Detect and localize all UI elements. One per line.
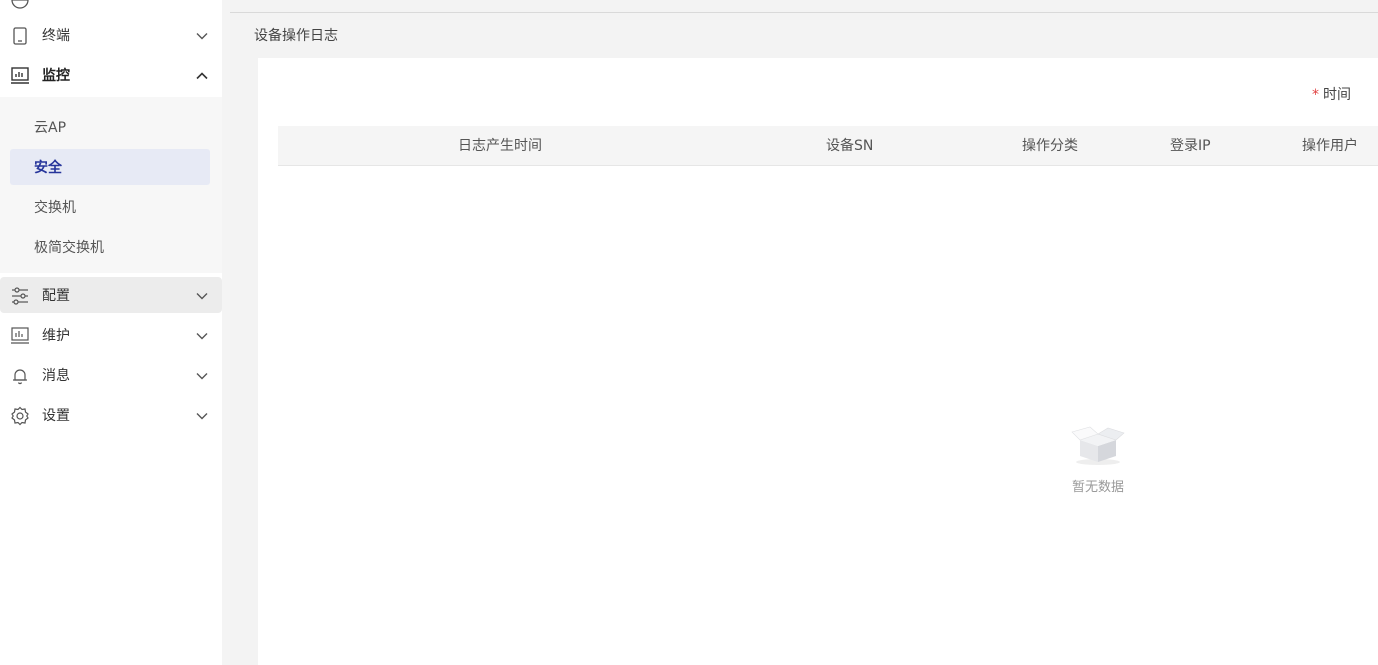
chevron-down-icon (195, 369, 209, 383)
content-panel: * 时间 日志产生时间 设备SN 操作分类 登录IP 操作用户 暂无数据 (258, 58, 1378, 665)
sidebar-item-label: 设置 (42, 408, 70, 424)
maintenance-monitor-icon (10, 326, 30, 346)
sidebar-item-label: 配置 (42, 288, 70, 304)
submenu-item-cloud-ap[interactable]: 云AP (10, 109, 210, 145)
sidebar-item-monitor[interactable]: 监控 (0, 57, 222, 93)
submenu-item-switch[interactable]: 交换机 (10, 189, 210, 225)
column-header-operator[interactable]: 操作用户 (1302, 126, 1358, 166)
submenu-item-label: 极简交换机 (34, 240, 104, 256)
time-filter-label: 时间 (1323, 87, 1351, 103)
sidebar: 终端 监控 云AP 安全 交换机 极简交换机 配置 维护 消息 设置 (0, 0, 230, 665)
submenu-item-label: 安全 (34, 160, 62, 176)
content-gutter (230, 58, 258, 665)
chevron-down-icon (195, 29, 209, 43)
monitor-icon (10, 66, 30, 86)
chevron-down-icon (195, 329, 209, 343)
sidebar-item-label: 终端 (42, 28, 70, 44)
monitor-submenu: 云AP 安全 交换机 极简交换机 (0, 97, 222, 273)
empty-state-text: 暂无数据 (1071, 480, 1124, 495)
network-icon (10, 0, 30, 10)
sidebar-item-settings[interactable]: 设置 (0, 397, 222, 433)
sidebar-item-label: 监控 (42, 68, 70, 84)
submenu-item-label: 云AP (34, 120, 67, 136)
breadcrumb: 设备操作日志 (230, 13, 1378, 58)
column-header-device-sn[interactable]: 设备SN (826, 126, 873, 166)
column-header-log-time[interactable]: 日志产生时间 (458, 126, 542, 166)
submenu-item-label: 交换机 (34, 200, 76, 216)
sidebar-item-terminal[interactable]: 终端 (0, 17, 222, 53)
submenu-item-simple-switch[interactable]: 极简交换机 (10, 229, 210, 265)
sliders-icon (10, 286, 30, 306)
top-bar (230, 0, 1378, 13)
empty-box-icon (1068, 426, 1128, 466)
bell-icon (10, 366, 30, 386)
page-title: 设备操作日志 (254, 28, 338, 44)
sidebar-item-config[interactable]: 配置 (0, 277, 222, 313)
chevron-up-icon (195, 69, 209, 83)
sidebar-item-messages[interactable]: 消息 (0, 357, 222, 393)
required-mark: * (1312, 87, 1319, 103)
sidebar-item-maintenance[interactable]: 维护 (0, 317, 222, 353)
chevron-down-icon (195, 289, 209, 303)
sidebar-item-label: 维护 (42, 328, 70, 344)
gear-icon (10, 406, 30, 426)
table-header: 日志产生时间 设备SN 操作分类 登录IP 操作用户 (278, 126, 1378, 166)
empty-state: 暂无数据 (1048, 426, 1148, 495)
chevron-down-icon (195, 409, 209, 423)
submenu-item-security[interactable]: 安全 (10, 149, 210, 185)
time-filter[interactable]: * 时间 (1312, 84, 1351, 104)
sidebar-item-label: 消息 (42, 368, 70, 384)
tablet-icon (10, 26, 30, 46)
column-header-operation-category[interactable]: 操作分类 (1022, 126, 1078, 166)
column-header-login-ip[interactable]: 登录IP (1170, 126, 1211, 166)
